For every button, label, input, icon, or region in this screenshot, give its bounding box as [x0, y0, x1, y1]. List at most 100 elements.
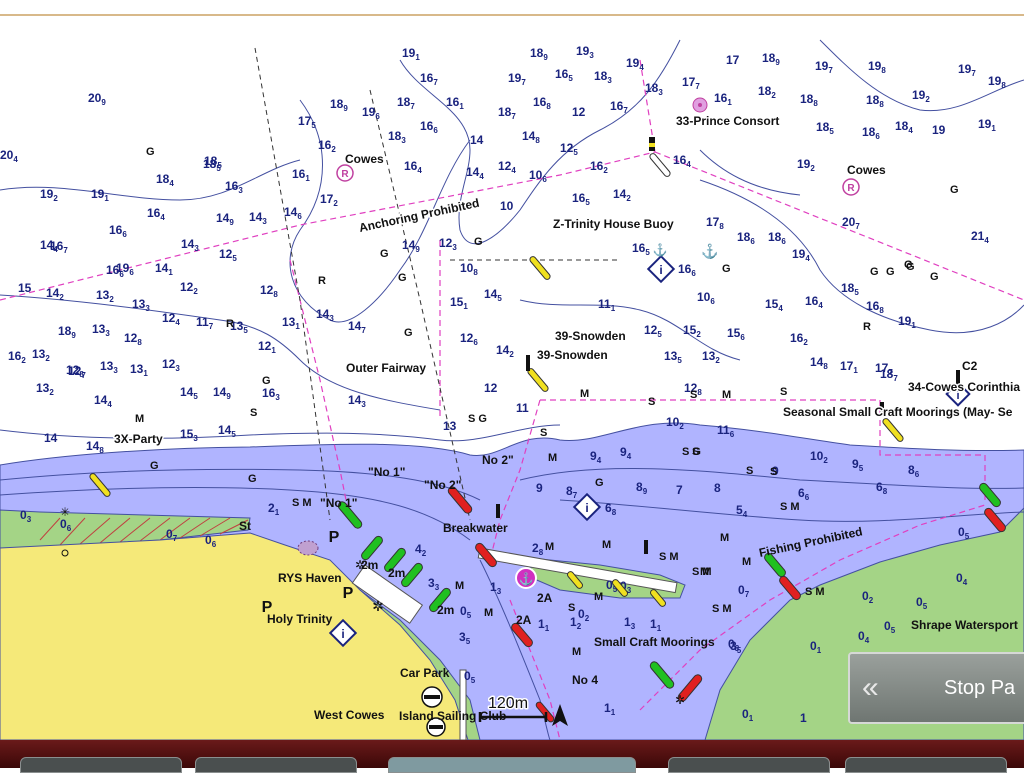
- svg-text:⚓: ⚓: [653, 243, 668, 257]
- seabed-letter: G: [870, 266, 879, 278]
- depth-sounding: 12: [484, 381, 498, 395]
- label-st: St: [239, 519, 251, 533]
- svg-text:⚓: ⚓: [701, 243, 718, 260]
- label-rys-haven: RYS Haven: [278, 571, 342, 585]
- seabed-letter: M: [594, 591, 603, 603]
- depth-sounding: 10: [500, 199, 514, 213]
- seabed-letter: G: [906, 261, 915, 273]
- label-no2-a: No 2": [482, 453, 514, 467]
- depth-sounding: 14: [470, 133, 484, 147]
- label-small-craft-moorings: Small Craft Moorings: [594, 635, 715, 649]
- seabed-letter: S: [770, 466, 777, 478]
- softkey-5[interactable]: [845, 757, 1007, 773]
- scale-label: 120m: [488, 695, 528, 712]
- seabed-letter: G: [595, 477, 604, 489]
- stop-navigation-label: Stop Pa: [944, 676, 1016, 699]
- label-outer-fairway: Outer Fairway: [346, 361, 426, 375]
- seabed-letter: M: [572, 646, 581, 658]
- light-icon: [692, 97, 708, 113]
- beacon-icon: [644, 540, 648, 554]
- seabed-letter: G: [398, 272, 407, 284]
- seabed-letter: G: [146, 146, 155, 158]
- radio-station-icon: R: [336, 164, 354, 182]
- seabed-letter: S: [540, 427, 547, 439]
- depth-sounding: 17: [726, 53, 740, 67]
- beacon-icon: [649, 137, 655, 151]
- label-2a-2: 2A: [516, 613, 532, 627]
- svg-text:i: i: [659, 263, 662, 277]
- svg-text:✲: ✲: [675, 693, 685, 707]
- fuel-icon: [421, 686, 443, 708]
- depth-sounding: 14: [44, 431, 58, 445]
- seabed-letter: S: [692, 446, 699, 458]
- seabed-letter: S: [648, 396, 655, 408]
- svg-text:P: P: [343, 585, 354, 602]
- seabed-letter: M: [135, 413, 144, 425]
- seabed-letter: S G: [468, 413, 487, 425]
- svg-text:R: R: [847, 183, 855, 194]
- seabed-letter: S: [746, 465, 753, 477]
- label-snowden-buoy: 39-Snowden: [537, 348, 608, 362]
- beacon-icon: [526, 355, 530, 371]
- svg-text:⚓: ⚓: [519, 572, 534, 586]
- label-cowes-east: Cowes: [847, 163, 886, 177]
- label-2a-1: 2A: [537, 591, 553, 605]
- seabed-letter: G: [380, 248, 389, 260]
- seabed-letter: M: [548, 452, 557, 464]
- seabed-letter: S: [690, 389, 697, 401]
- label-3x-party: 3X-Party: [114, 432, 163, 446]
- svg-text:i: i: [341, 627, 344, 641]
- label-no1-a: "No 1": [368, 465, 405, 479]
- seabed-letter: M: [545, 541, 554, 553]
- seabed-letter: S M: [805, 586, 825, 598]
- label-shrape: Shrape Watersport: [911, 618, 1018, 632]
- seabed-letter: S M: [292, 497, 312, 509]
- softkey-1[interactable]: [20, 757, 182, 773]
- label-cowes-west: Cowes: [345, 152, 384, 166]
- depth-sounding: 9: [536, 481, 543, 495]
- softkey-4[interactable]: [668, 757, 830, 773]
- wreck-icon: [297, 540, 319, 556]
- softkey-2[interactable]: [195, 757, 357, 773]
- seabed-letter: G: [474, 236, 483, 248]
- beacon-icon: [496, 504, 500, 518]
- depth-sounding: 7: [676, 483, 683, 497]
- depth-sounding: 19: [932, 123, 946, 137]
- label-seasonal-moorings: Seasonal Small Craft Moorings (May- Se: [783, 405, 1013, 419]
- anchor-icon: ⚓: [653, 243, 668, 257]
- seabed-letter: S: [780, 386, 787, 398]
- label-no2-b: "No 2": [424, 478, 461, 492]
- seabed-letter: S: [568, 602, 575, 614]
- seabed-letter: M: [700, 566, 709, 578]
- seabed-letter: R: [226, 318, 234, 330]
- seabed-letter: M: [722, 389, 731, 401]
- seabed-letter: S M: [712, 603, 732, 615]
- parking-icon: P: [343, 585, 354, 602]
- seabed-letter: R: [318, 275, 326, 287]
- depth-sounding: 1: [800, 711, 807, 725]
- seabed-letter: M: [455, 580, 464, 592]
- seabed-letter: M: [580, 388, 589, 400]
- wreck-icon: ✳: [60, 505, 70, 519]
- label-no4: No 4: [572, 673, 598, 687]
- depth-sounding: 12: [572, 105, 586, 119]
- depth-sounding: 11: [516, 401, 529, 415]
- mooring-star-icon: ✲: [675, 693, 685, 707]
- anchor-icon: ⚓: [701, 243, 718, 260]
- seabed-letter: M: [484, 607, 493, 619]
- seabed-letter: G: [404, 327, 413, 339]
- label-car-park: Car Park: [400, 666, 450, 680]
- svg-text:✲: ✲: [372, 598, 384, 614]
- nautical-chart[interactable]: 191 189 19319417 189 197 198 197198167 197165 18…: [0, 16, 1024, 740]
- label-c2: C2: [962, 359, 978, 373]
- depth-sounding: 8: [714, 481, 721, 495]
- softkey-3[interactable]: [388, 757, 636, 773]
- seabed-letter: M: [602, 539, 611, 551]
- label-breakwater: Breakwater: [443, 521, 508, 535]
- stop-navigation-button[interactable]: « Stop Pa: [848, 652, 1024, 724]
- label-trinity-buoy: Z-Trinity House Buoy: [553, 217, 674, 231]
- label-no1-b: "No 1": [320, 496, 357, 510]
- marina-icon: ⚓: [515, 567, 537, 589]
- label-snowden: 39-Snowden: [555, 329, 626, 343]
- seabed-letter: S M: [659, 551, 679, 563]
